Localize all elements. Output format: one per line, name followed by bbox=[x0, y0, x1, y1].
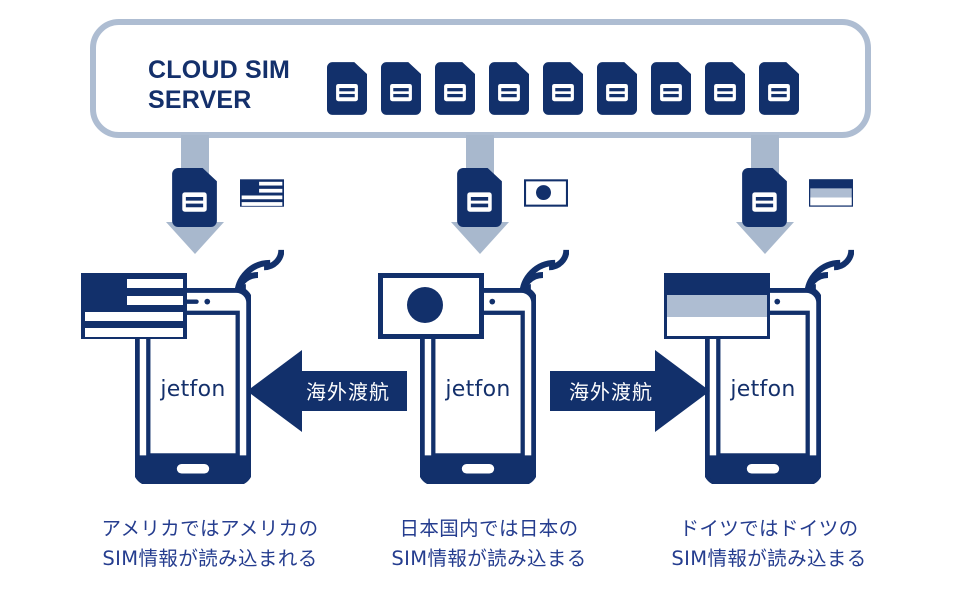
caption-line2: SIM情報が読み込まる bbox=[671, 547, 866, 570]
sim-card-icon bbox=[705, 62, 745, 115]
travel-arrow-right: 海外渡航 bbox=[550, 350, 710, 432]
caption-line1: アメリカではアメリカの bbox=[102, 517, 319, 540]
sim-card-icon bbox=[381, 62, 421, 115]
flag-usa-icon bbox=[81, 273, 187, 339]
cloud-sim-server-box: CLOUD SIM SERVER bbox=[90, 19, 871, 138]
flag-germany-icon bbox=[809, 179, 853, 207]
flag-usa-icon bbox=[240, 179, 284, 207]
phone-brand-label: jetfon bbox=[444, 377, 510, 402]
caption-line2: SIM情報が読み込まる bbox=[391, 547, 586, 570]
flag-japan-icon bbox=[524, 179, 568, 207]
caption-line1: 日本国内では日本の bbox=[399, 517, 578, 540]
diagram-canvas: CLOUD SIM SERVER jetfon アメリカではアメリカの SIM情… bbox=[0, 0, 960, 600]
travel-arrow-label: 海外渡航 bbox=[569, 380, 653, 404]
phone-brand-label: jetfon bbox=[159, 377, 225, 402]
sim-card-icon bbox=[759, 62, 799, 115]
sim-card-icon bbox=[457, 168, 502, 227]
sim-card-icon bbox=[327, 62, 367, 115]
column-usa: jetfon アメリカではアメリカの SIM情報が読み込まれる bbox=[81, 135, 318, 570]
server-title-line2: SERVER bbox=[148, 86, 252, 114]
server-sim-rack bbox=[327, 62, 799, 115]
caption-line2: SIM情報が読み込まれる bbox=[102, 547, 317, 570]
sim-card-icon bbox=[742, 168, 787, 227]
flag-germany-icon bbox=[664, 273, 770, 339]
travel-arrow-left: 海外渡航 bbox=[247, 350, 407, 432]
sim-card-icon bbox=[597, 62, 637, 115]
flag-japan-icon bbox=[381, 276, 482, 337]
sim-card-icon bbox=[172, 168, 217, 227]
sim-card-icon bbox=[435, 62, 475, 115]
server-title-line1: CLOUD SIM bbox=[148, 56, 290, 84]
column-germany: jetfon ドイツではドイツの SIM情報が読み込まる bbox=[664, 135, 866, 570]
column-japan: jetfon 日本国内では日本の SIM情報が読み込まる bbox=[381, 135, 586, 570]
caption-line1: ドイツではドイツの bbox=[679, 517, 858, 540]
phone-brand-label: jetfon bbox=[729, 377, 795, 402]
sim-card-icon bbox=[489, 62, 529, 115]
travel-arrow-label: 海外渡航 bbox=[306, 380, 390, 404]
sim-card-icon bbox=[543, 62, 583, 115]
sim-card-icon bbox=[651, 62, 691, 115]
